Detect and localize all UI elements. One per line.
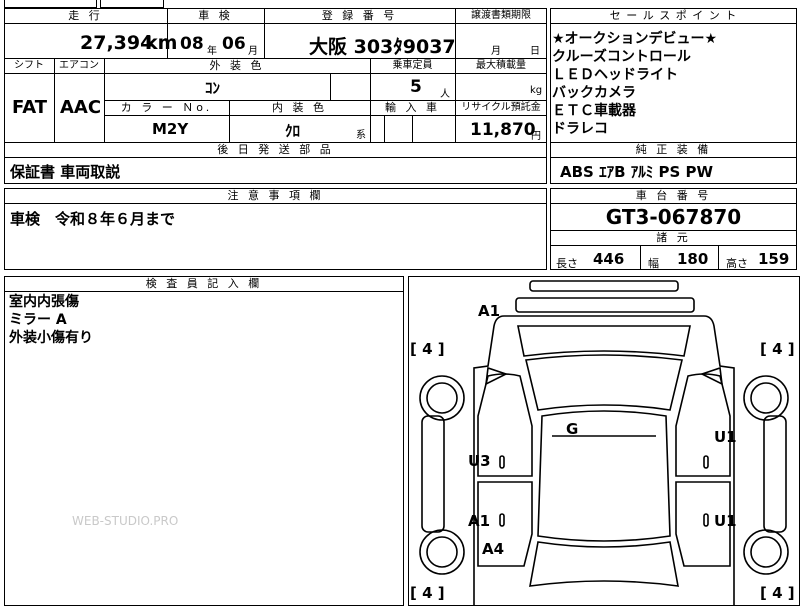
height-label: 高さ	[726, 257, 748, 270]
interior-color-value: ｸﾛ	[285, 122, 301, 140]
inspection-month-unit: 月	[248, 46, 258, 57]
sales-point-item: ★オークションデビュー★	[552, 31, 718, 47]
rear-window-shape	[529, 541, 679, 587]
recycle-fee-unit: 円	[531, 131, 541, 142]
header-max-load: 最大積載量	[476, 60, 526, 71]
inspection-year: 08	[180, 34, 204, 54]
shift-value: FAT	[12, 97, 48, 118]
inspector-line: 外装小傷有り	[9, 330, 93, 346]
top-strip-right	[100, 0, 164, 8]
hood-shape	[517, 325, 691, 357]
car-diagram: [ 4 ] [ 4 ] [ 4 ] [ 4 ] A1 G U1 U3 A1 U1…	[410, 280, 795, 606]
exterior-color-value: ｺﾝ	[205, 79, 221, 97]
interior-color-suffix: 系	[356, 130, 366, 141]
damage-mark-windshield: G	[566, 420, 578, 438]
header-sales-points: セ ー ル ス ポ イ ン ト	[609, 9, 738, 22]
height-value: 159	[758, 250, 790, 268]
notes-value: 車検 令和８年６月まで	[10, 210, 176, 228]
damage-mark-right-front-door: U1	[714, 428, 737, 446]
header-recycle: リサイクル預託金	[461, 102, 541, 113]
header-exterior-color: 外 装 色	[209, 59, 265, 72]
width-label: 幅	[648, 257, 659, 270]
genuine-equipment-value: ABS ｴｱB ｱﾙﾐ PS PW	[560, 163, 714, 181]
chassis-number: GT3-067870	[605, 205, 742, 229]
damage-mark-right-rear-door: U1	[714, 512, 737, 530]
sales-point-item: ドラレコ	[552, 121, 608, 137]
tire-label-rear-right: [ 4 ]	[760, 584, 795, 602]
header-mileage: 走 行	[68, 9, 103, 22]
sales-point-item: バックカメラ	[552, 85, 636, 101]
inspection-month: 06	[222, 34, 246, 54]
header-notes: 注 意 事 項 欄	[227, 189, 324, 202]
header-inspection: 車 検	[198, 9, 233, 22]
header-dimensions: 諸 元	[656, 231, 691, 244]
inspection-year-unit: 年	[207, 46, 217, 57]
header-later-parts: 後 日 発 送 部 品	[217, 143, 334, 156]
sales-point-item: クルーズコントロール	[552, 49, 691, 65]
watermark: WEB-STUDIO.PRO	[72, 514, 179, 528]
header-import: 輸 入 車	[385, 101, 440, 114]
damage-mark-front-bumper: A1	[478, 302, 500, 320]
right-rocker	[763, 415, 787, 533]
length-value: 446	[593, 250, 625, 268]
damage-mark-left-rear-door: A1	[468, 512, 490, 530]
tire-label-rear-left: [ 4 ]	[410, 584, 445, 602]
right-front-door	[675, 373, 731, 477]
header-genuine-equipment: 純 正 装 備	[635, 143, 712, 156]
transfer-month-unit: 月	[491, 46, 501, 57]
later-parts-value: 保証書 車両取説	[10, 163, 121, 181]
sales-point-item: ＬＥＤヘッドライト	[552, 67, 678, 83]
aircon-value: AAC	[60, 97, 102, 118]
header-chassis: 車 台 番 号	[635, 189, 712, 202]
left-rocker	[421, 415, 445, 533]
grille-shape	[515, 297, 695, 313]
header-color-no: カ ラ ー Ｎo.	[120, 101, 213, 114]
header-capacity: 乗車定員	[392, 60, 433, 71]
tire-label-front-left: [ 4 ]	[410, 340, 445, 358]
damage-mark-left-rear: A4	[482, 540, 504, 558]
color-no-value: M2Y	[152, 120, 189, 138]
header-interior-color: 内 装 色	[272, 101, 327, 114]
front-bumper-shape	[529, 280, 679, 292]
capacity-unit: 人	[440, 89, 450, 100]
inspector-line: ミラー A	[9, 312, 67, 328]
header-aircon: エアコン	[59, 60, 99, 71]
header-shift: シフト	[14, 60, 44, 71]
length-label: 長さ	[556, 257, 578, 270]
header-inspector: 検 査 員 記 入 欄	[145, 277, 263, 290]
sales-point-item: ＥＴＣ車載器	[552, 103, 636, 119]
mileage-unit: km	[145, 32, 178, 54]
inspector-line: 室内内張傷	[9, 294, 79, 310]
tire-label-front-right: [ 4 ]	[760, 340, 795, 358]
body-outline	[473, 315, 735, 606]
header-transfer-deadline: 譲渡書類期限	[471, 10, 531, 21]
transfer-day-unit: 日	[530, 46, 540, 57]
registration-number: 大阪 303ﾀ9037	[309, 36, 456, 58]
mileage-value: 27,394	[80, 32, 154, 54]
roof-shape	[537, 410, 671, 542]
max-load-unit: kg	[530, 85, 543, 96]
damage-mark-left-front-door: U3	[468, 452, 491, 470]
top-strip-left	[4, 0, 97, 8]
capacity-value: 5	[410, 77, 422, 97]
header-registration: 登 録 番 号	[321, 9, 398, 22]
windshield-shape	[525, 354, 683, 411]
width-value: 180	[677, 250, 709, 268]
recycle-fee-value: 11,870	[470, 120, 536, 140]
